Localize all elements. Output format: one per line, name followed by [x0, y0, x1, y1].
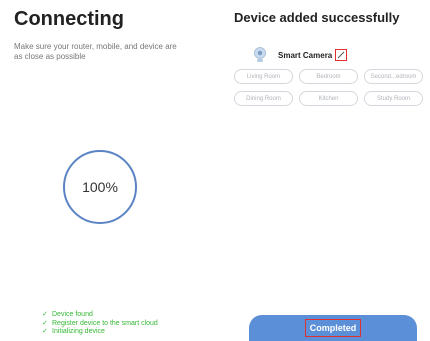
- device-added-title: Device added successfully: [234, 10, 400, 25]
- pencil-icon: [337, 51, 345, 59]
- progress-percentage: 100%: [82, 179, 118, 195]
- step-label: Device found: [52, 311, 93, 318]
- step-item: ✓ Register device to the smart cloud: [42, 320, 158, 329]
- completed-button[interactable]: Completed: [249, 315, 417, 341]
- room-chip-bedroom[interactable]: Bedroom: [299, 69, 358, 84]
- completed-button-label: Completed: [304, 319, 362, 337]
- device-row: Smart Camera: [253, 46, 348, 64]
- room-chip-kitchen[interactable]: Kitchen: [299, 91, 358, 106]
- room-chip-dining-room[interactable]: Dining Room: [234, 91, 293, 106]
- check-icon: ✓: [42, 328, 48, 335]
- device-name: Smart Camera: [278, 50, 333, 60]
- connecting-panel: Connecting Make sure your router, mobile…: [0, 0, 215, 341]
- room-chip-second-bedroom[interactable]: Second...edroom: [364, 69, 423, 84]
- check-icon: ✓: [42, 319, 48, 327]
- room-chip-study-room[interactable]: Study Room: [364, 91, 423, 106]
- device-added-panel: Device added successfully Smart Camera L…: [215, 0, 430, 341]
- step-item: ✓ Initializing device: [42, 328, 158, 337]
- step-list: ✓ Device found ✓ Register device to the …: [42, 311, 158, 337]
- step-label: Register device to the smart cloud: [52, 319, 158, 327]
- edit-name-button[interactable]: [335, 49, 348, 61]
- step-label: Initializing device: [52, 328, 105, 335]
- connecting-subtitle: Make sure your router, mobile, and devic…: [14, 42, 177, 61]
- step-item: ✓ Device found: [42, 311, 158, 320]
- check-icon: ✓: [42, 311, 48, 318]
- room-list: Living Room Bedroom Second...edroom Dini…: [234, 69, 424, 106]
- connecting-title: Connecting: [14, 8, 124, 30]
- camera-icon: [254, 47, 266, 62]
- room-chip-living-room[interactable]: Living Room: [234, 69, 293, 84]
